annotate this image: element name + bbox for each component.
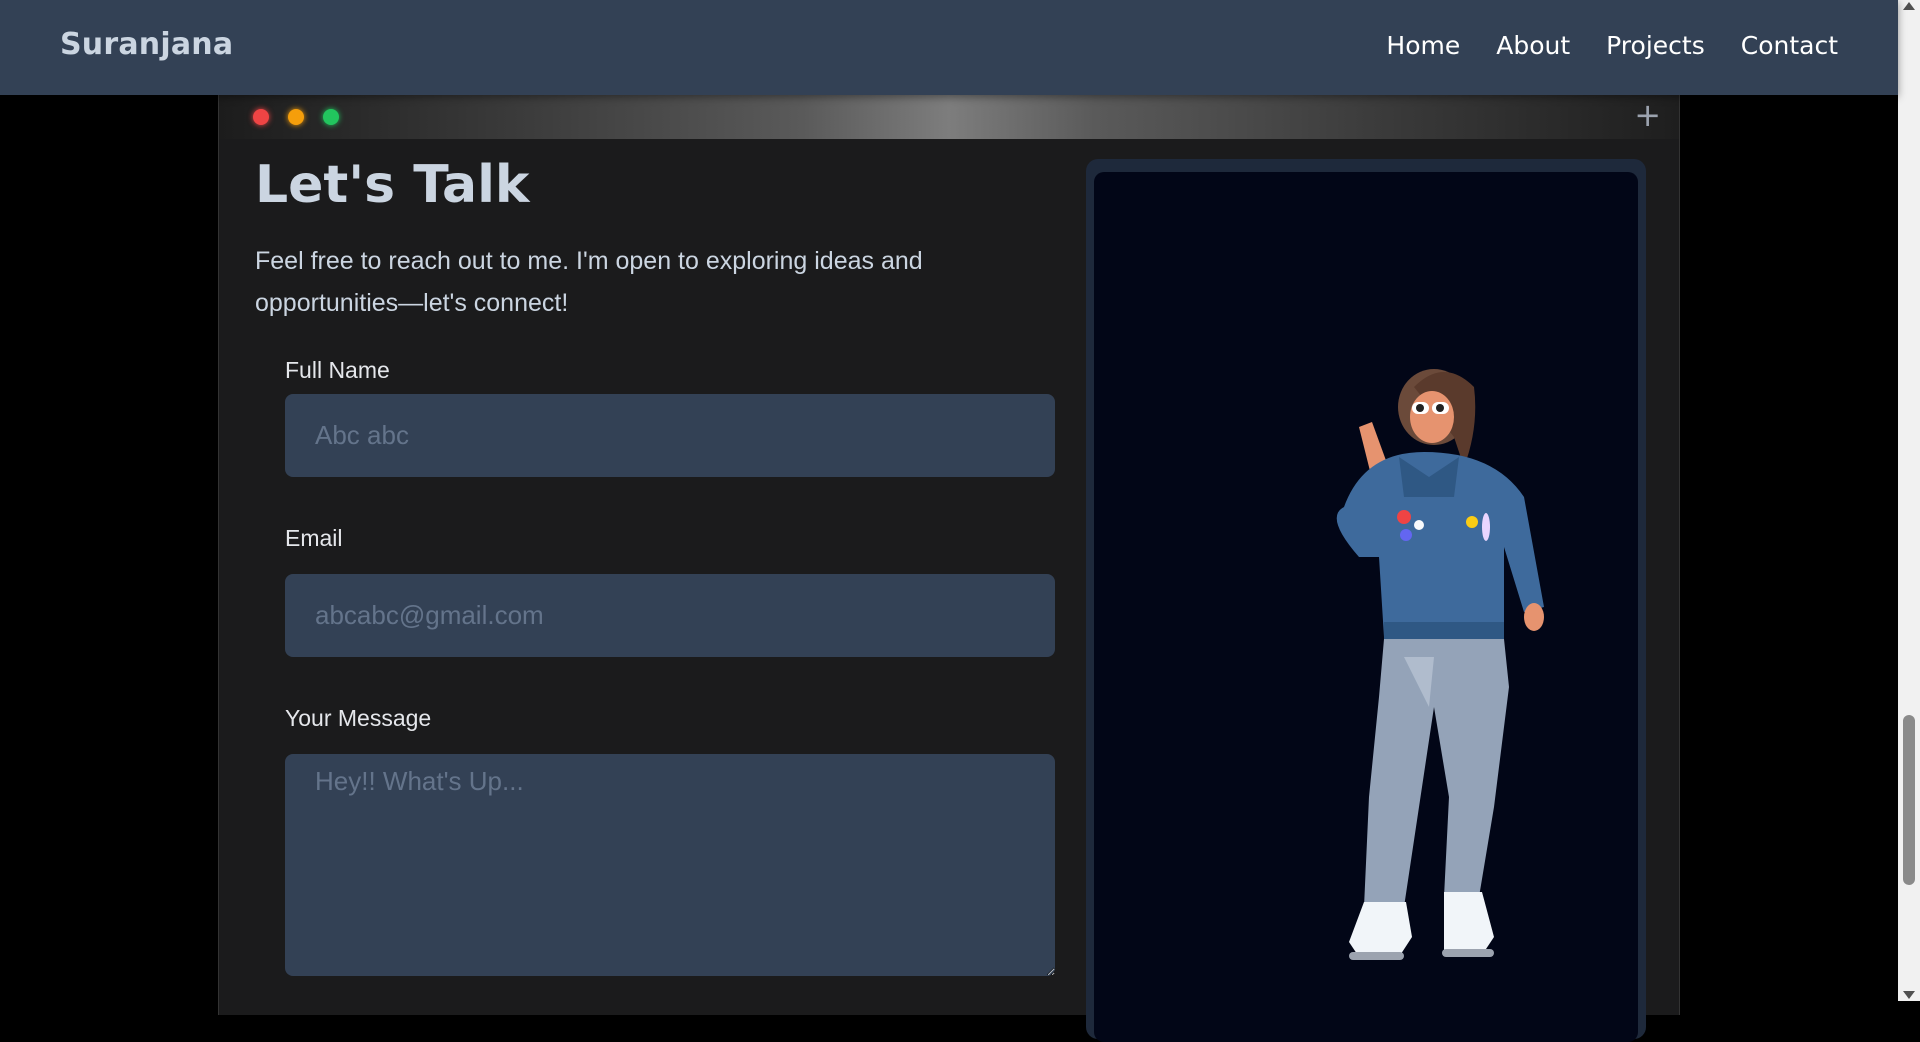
minimize-dot-icon[interactable] <box>288 109 304 125</box>
maximize-dot-icon[interactable] <box>323 109 339 125</box>
avatar-panel <box>1086 159 1646 1042</box>
full-name-input[interactable] <box>285 394 1055 477</box>
email-input[interactable] <box>285 574 1055 657</box>
page-title: Let's Talk <box>255 155 530 215</box>
nav-link-projects[interactable]: Projects <box>1606 31 1705 60</box>
plus-icon[interactable]: + <box>1634 99 1661 131</box>
3d-character-avatar-icon <box>1336 369 1544 960</box>
brand-logo[interactable]: Suranjana <box>60 0 233 90</box>
top-navbar: Suranjana Home About Projects Contact <box>0 0 1898 95</box>
nav-link-about[interactable]: About <box>1496 31 1570 60</box>
nav-link-home[interactable]: Home <box>1386 31 1460 60</box>
page-scrollbar[interactable] <box>1898 0 1920 1001</box>
nav-link-contact[interactable]: Contact <box>1741 31 1838 60</box>
scroll-up-arrow-icon[interactable] <box>1903 2 1915 10</box>
scroll-down-arrow-icon[interactable] <box>1903 991 1915 999</box>
scroll-thumb[interactable] <box>1903 715 1915 885</box>
avatar-panel-inner <box>1094 172 1638 1042</box>
close-dot-icon[interactable] <box>253 109 269 125</box>
email-label: Email <box>285 525 343 551</box>
nav-links: Home About Projects Contact <box>1386 0 1838 90</box>
page-subtitle: Feel free to reach out to me. I'm open t… <box>255 247 923 317</box>
full-name-label: Full Name <box>285 357 390 383</box>
message-label: Your Message <box>285 705 432 731</box>
message-textarea[interactable] <box>285 754 1055 976</box>
window-title-bar: + <box>219 95 1679 139</box>
browser-window: + Let's Talk Feel free to reach out to m… <box>218 95 1680 1042</box>
